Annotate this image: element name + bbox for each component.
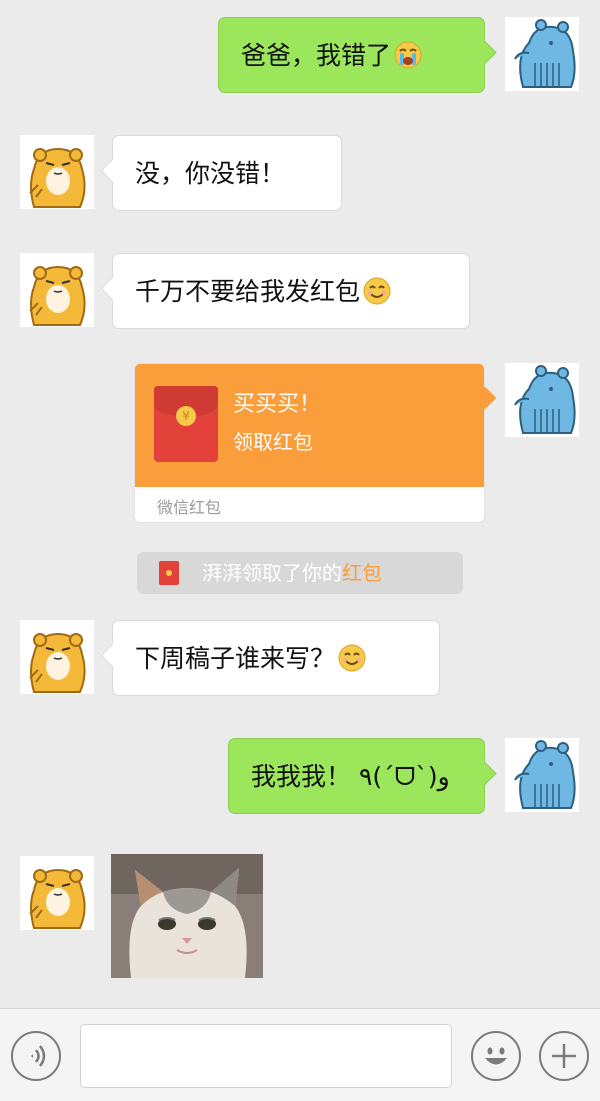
voice-icon [31, 1045, 46, 1067]
red-packet-card[interactable]: ¥ 买买买！ 领取红包 微信红包 [134, 363, 485, 523]
self-avatar[interactable] [505, 738, 579, 812]
red-packet-title: 买买买！ [233, 392, 322, 417]
message-bubble[interactable]: 下周稿子谁来写？ [112, 620, 440, 696]
blue-bear-icon [505, 17, 579, 91]
notice-text: 湃湃领取了你的红包 [202, 552, 382, 594]
red-packet-footer: 微信红包 [157, 498, 222, 517]
crying-face-icon [393, 40, 423, 70]
blue-bear-icon [505, 363, 579, 437]
message-text: 爸爸，我错了 [241, 41, 392, 70]
cat-photo-message[interactable] [111, 854, 263, 978]
plus-icon [552, 1044, 576, 1068]
orange-hamster-icon [20, 253, 94, 327]
voice-button[interactable] [11, 1031, 61, 1081]
smiling-face-icon [362, 276, 392, 306]
message-bubble[interactable]: 没，你没错！ [112, 135, 342, 211]
orange-hamster-icon [20, 856, 94, 930]
friend-avatar[interactable] [20, 856, 94, 930]
notice-prefix: 湃湃领取了你的 [202, 561, 342, 585]
message-text: 下周稿子谁来写？ [135, 644, 336, 673]
red-envelope-icon: ¥ [154, 386, 218, 462]
friend-avatar[interactable] [20, 620, 94, 694]
message-bubble[interactable]: 爸爸，我错了 [218, 17, 485, 93]
self-avatar[interactable] [505, 363, 579, 437]
friend-avatar[interactable] [20, 135, 94, 209]
message-input[interactable] [80, 1024, 452, 1088]
orange-hamster-icon [20, 135, 94, 209]
yuan-coin-icon: ¥ [176, 406, 196, 426]
message-bubble[interactable]: 千万不要给我发红包 [112, 253, 470, 329]
blue-bear-icon [505, 738, 579, 812]
emoji-button[interactable] [471, 1031, 521, 1081]
smiling-face-icon [337, 643, 367, 673]
cat-photo [111, 854, 263, 978]
orange-hamster-icon [20, 620, 94, 694]
message-bubble[interactable]: 我我我！ ٩(ˊᗜˋ)و [228, 738, 485, 814]
message-text: 我我我！ ٩(ˊᗜˋ)و [251, 762, 450, 791]
system-notice: 湃湃领取了你的红包 [137, 552, 463, 594]
notice-red-packet-link[interactable]: 红包 [342, 561, 382, 585]
message-text: 千万不要给我发红包 [135, 277, 361, 306]
red-packet-subtitle: 领取红包 [233, 430, 313, 454]
self-avatar[interactable] [505, 17, 579, 91]
chat-area: 爸爸，我错了 没，你没错！ 千万不要给我发红包 ¥ 买买买！ 领取红包 微信红包… [0, 0, 600, 1008]
message-text: 没，你没错！ [135, 159, 286, 188]
red-envelope-icon [159, 561, 179, 585]
input-bar [0, 1008, 600, 1101]
emoji-icon [485, 1047, 507, 1065]
red-packet-header: ¥ 买买买！ 领取红包 [135, 364, 484, 487]
more-button[interactable] [539, 1031, 589, 1081]
friend-avatar[interactable] [20, 253, 94, 327]
